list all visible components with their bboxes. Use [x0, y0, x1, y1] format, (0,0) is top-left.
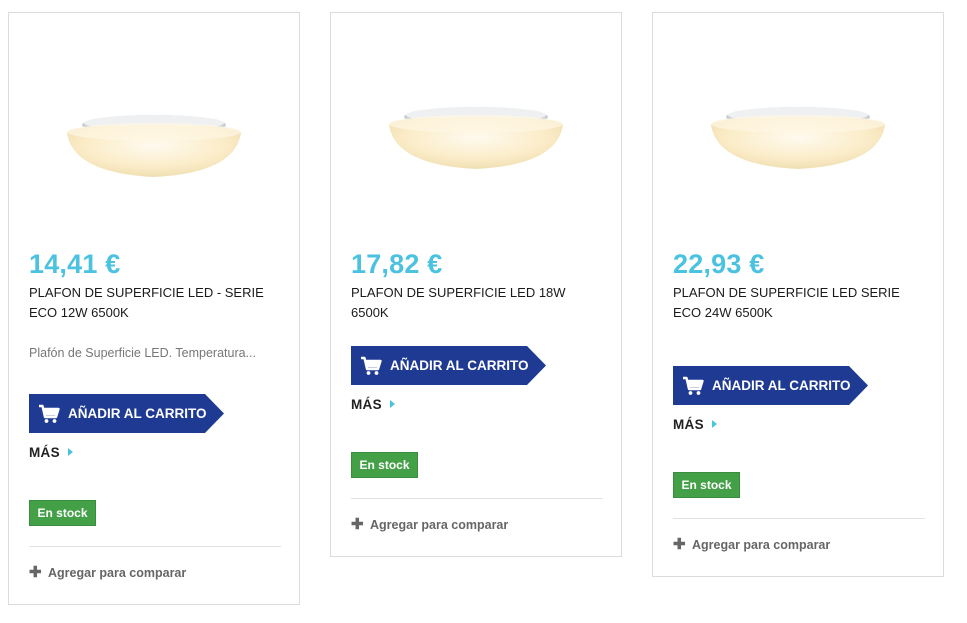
caret-right-icon [711, 420, 717, 428]
add-to-compare-link[interactable]: ✚ Agregar para comparar [29, 563, 186, 581]
add-to-cart-label: AÑADIR AL CARRITO [712, 378, 851, 393]
plus-icon: ✚ [351, 516, 364, 533]
more-label: MÁS [351, 397, 382, 412]
add-to-cart-button[interactable]: AÑADIR AL CARRITO [673, 366, 868, 405]
product-description: Plafón de Superficie LED. Temperatura... [29, 346, 256, 360]
product-card: 17,82 € PLAFON DE SUPERFICIE LED 18W 650… [330, 12, 622, 557]
add-to-cart-label: AÑADIR AL CARRITO [68, 406, 207, 421]
product-title[interactable]: PLAFON DE SUPERFICIE LED SERIE ECO 24W 6… [673, 283, 928, 323]
compare-label: Agregar para comparar [370, 518, 509, 532]
ceiling-lamp-image [711, 107, 885, 169]
product-price: 22,93 € [673, 249, 765, 279]
more-label: MÁS [29, 445, 60, 460]
caret-right-icon [389, 400, 395, 408]
product-card: 22,93 € PLAFON DE SUPERFICIE LED SERIE E… [652, 12, 944, 577]
add-to-cart-button[interactable]: AÑADIR AL CARRITO [29, 394, 224, 433]
shopping-cart-icon [361, 356, 382, 375]
add-to-cart-label: AÑADIR AL CARRITO [390, 358, 529, 373]
product-title[interactable]: PLAFON DE SUPERFICIE LED - SERIE ECO 12W… [29, 283, 284, 323]
shopping-cart-icon [39, 404, 60, 423]
more-label: MÁS [673, 417, 704, 432]
product-card: 14,41 € PLAFON DE SUPERFICIE LED - SERIE… [8, 12, 300, 605]
product-price: 14,41 € [29, 249, 121, 279]
add-to-compare-link[interactable]: ✚ Agregar para comparar [673, 535, 830, 553]
more-link[interactable]: MÁS [29, 445, 73, 460]
add-to-cart-button[interactable]: AÑADIR AL CARRITO [351, 346, 546, 385]
plus-icon: ✚ [29, 564, 42, 581]
ceiling-lamp-image [67, 115, 241, 177]
plus-icon: ✚ [673, 536, 686, 553]
compare-label: Agregar para comparar [48, 566, 187, 580]
ceiling-lamp-image [389, 107, 563, 169]
compare-label: Agregar para comparar [692, 538, 831, 552]
more-link[interactable]: MÁS [673, 417, 717, 432]
caret-right-icon [67, 448, 73, 456]
product-image[interactable] [653, 13, 943, 243]
shopping-cart-icon [683, 376, 704, 395]
product-price: 17,82 € [351, 249, 443, 279]
product-image[interactable] [9, 13, 299, 243]
divider [351, 498, 603, 499]
stock-badge: En stock [351, 452, 418, 478]
more-link[interactable]: MÁS [351, 397, 395, 412]
divider [29, 546, 281, 547]
stock-badge: En stock [29, 500, 96, 526]
product-image[interactable] [331, 13, 621, 243]
stock-badge: En stock [673, 472, 740, 498]
divider [673, 518, 925, 519]
product-title[interactable]: PLAFON DE SUPERFICIE LED 18W 6500K [351, 283, 606, 323]
add-to-compare-link[interactable]: ✚ Agregar para comparar [351, 515, 508, 533]
